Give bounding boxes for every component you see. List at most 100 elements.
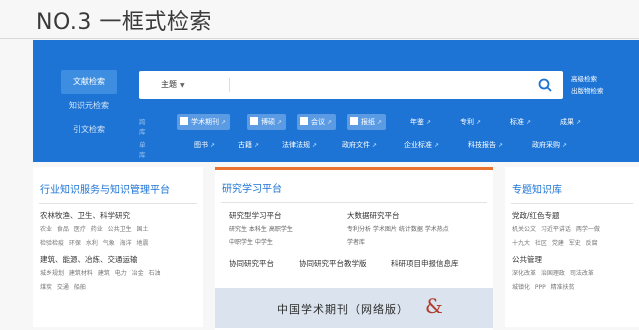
external-link-icon: ↗	[434, 142, 440, 149]
collab-teaching-link[interactable]: 协同研究平台教学版	[299, 258, 367, 269]
chip-label: 法律法规	[282, 141, 310, 149]
chip-label: 标准	[510, 118, 524, 126]
chip-label: 报纸	[361, 118, 375, 126]
research-learning-links[interactable]: 中职学生 中学生	[229, 237, 273, 246]
group-links[interactable]: 城镇化 PPP 精准扶贫	[512, 282, 639, 293]
topic-knowledge-panel: 专题知识库 党政/红色专题 机关公文 习近平讲话 两学一做 十九大 社区 党建 …	[505, 167, 639, 327]
search-divider	[229, 78, 230, 92]
research-learning-head[interactable]: 研究型学习平台	[229, 210, 282, 221]
external-link-icon: ↗	[476, 119, 482, 126]
group-title[interactable]: 党政/红色专题	[512, 210, 639, 221]
db-chip-conferences[interactable]: 会议 ↗	[297, 114, 337, 130]
big-data-links[interactable]: 专利分析 学术图片 统计数据 学术热点	[347, 224, 449, 233]
db-link-laws[interactable]: 法律法规 ↗	[279, 137, 321, 153]
search-box: 主题 ▼	[139, 71, 563, 99]
journal-banner[interactable]: 中国学术期刊（网络版） &	[215, 288, 493, 328]
big-data-head[interactable]: 大数据研究平台	[347, 210, 400, 221]
panel-divider	[221, 202, 487, 203]
db-link-gov-procurement[interactable]: 政府采购 ↗	[529, 137, 571, 153]
single-db-label: 单库	[139, 141, 146, 159]
db-link-tech-reports[interactable]: 科技报告 ↗	[465, 137, 507, 153]
db-link-books[interactable]: 图书 ↗	[191, 137, 219, 153]
external-link-icon: ↗	[327, 119, 333, 126]
chevron-down-icon: ▼	[180, 82, 185, 89]
industry-knowledge-panel: 行业知识服务与知识管理平台 农林牧渔、卫生、科学研究 农业 食品 医疗 药业 公…	[33, 167, 203, 327]
db-link-ancient-books[interactable]: 古籍 ↗	[235, 137, 263, 153]
db-chip-theses[interactable]: 博硕 ↗	[247, 114, 287, 130]
external-link-icon: ↗	[498, 142, 504, 149]
external-link-icon: ↗	[210, 142, 216, 149]
db-chip-newspapers[interactable]: 报纸 ↗	[347, 114, 387, 130]
db-chip-achievements[interactable]: 成果 ↗	[557, 114, 585, 130]
chip-label: 政府采购	[532, 141, 560, 149]
chip-label: 学术期刊	[191, 118, 219, 126]
external-link-icon: ↗	[372, 142, 378, 149]
search-field-label: 主题	[161, 80, 177, 89]
external-link-icon: ↗	[562, 142, 568, 149]
group-links[interactable]: 农业 食品 医疗 药业 公共卫生 国土	[40, 224, 203, 235]
research-learning-panel: 研究学习平台 研究型学习平台 研究生 本科生 高职学生 中职学生 中学生 大数据…	[215, 167, 493, 330]
title-divider	[0, 38, 639, 39]
group-title[interactable]: 公共管理	[512, 254, 639, 265]
tab-literature-search[interactable]: 文献检索	[61, 70, 117, 94]
checkbox-icon	[300, 117, 308, 125]
external-link-icon: ↗	[221, 119, 227, 126]
chip-label: 博硕	[261, 118, 275, 126]
chip-label: 科技报告	[468, 141, 496, 149]
cross-db-label: 跨库	[139, 118, 146, 136]
panel-title[interactable]: 专题知识库	[505, 167, 639, 201]
external-link-icon: ↗	[526, 119, 532, 126]
db-chip-yearbooks[interactable]: 年鉴 ↗	[407, 114, 435, 130]
service-panels: 行业知识服务与知识管理平台 农林牧渔、卫生、科学研究 农业 食品 医疗 药业 公…	[33, 162, 639, 330]
banner-text: 中国学术期刊（网络版）	[277, 303, 409, 316]
db-chip-standards[interactable]: 标准 ↗	[507, 114, 535, 130]
group-links[interactable]: 机关公文 习近平讲话 两学一做	[512, 224, 639, 235]
db-link-gov-docs[interactable]: 政府文件 ↗	[339, 137, 381, 153]
chip-label: 图书	[194, 141, 208, 149]
tab-citation-search[interactable]: 引文检索	[61, 118, 117, 142]
group-links[interactable]: 城乡规划 建筑材料 建筑 电力 冶金 石油	[40, 268, 203, 279]
panel-title[interactable]: 研究学习平台	[215, 170, 493, 200]
tab-knowledge-search[interactable]: 知识元检索	[61, 94, 117, 118]
external-link-icon: ↗	[377, 119, 383, 126]
group-links[interactable]: 深化改革 治国理政 司法改革	[512, 268, 639, 279]
group-links[interactable]: 煤炭 交通 船舶	[40, 282, 203, 293]
research-learning-links[interactable]: 研究生 本科生 高职学生	[229, 224, 293, 233]
checkbox-icon	[250, 117, 258, 125]
external-link-icon: ↗	[312, 142, 318, 149]
chip-label: 专利	[460, 118, 474, 126]
group-title[interactable]: 建筑、能源、冶炼、交通运输	[40, 254, 203, 265]
group-links[interactable]: 十九大 社区 党建 军史 反腐	[512, 238, 639, 249]
project-info-link[interactable]: 科研项目申报信息库	[391, 258, 459, 269]
search-type-tabs: 文献检索 知识元检索 引文检索	[61, 70, 117, 142]
slide-title: NO.3 一框式检索	[36, 10, 212, 35]
group-title[interactable]: 农林牧渔、卫生、科学研究	[40, 210, 203, 221]
advanced-links: 高级检索 出版物检索	[571, 73, 604, 97]
collab-research-link[interactable]: 协同研究平台	[229, 258, 274, 269]
external-link-icon: ↗	[277, 119, 283, 126]
db-chip-journals[interactable]: 学术期刊 ↗	[177, 114, 231, 130]
big-data-links[interactable]: 学者库	[347, 237, 365, 246]
search-icon[interactable]	[537, 77, 553, 93]
advanced-search-link[interactable]: 高级检索	[571, 73, 604, 85]
chip-label: 成果	[560, 118, 574, 126]
banner-ampersand: &	[425, 294, 443, 318]
publication-search-link[interactable]: 出版物检索	[571, 85, 604, 97]
search-field-select[interactable]: 主题 ▼	[161, 71, 185, 100]
panel-divider	[39, 203, 197, 204]
search-input[interactable]	[239, 76, 523, 96]
db-chip-patents[interactable]: 专利 ↗	[457, 114, 485, 130]
chip-label: 会议	[311, 118, 325, 126]
chip-label: 古籍	[238, 141, 252, 149]
checkbox-icon	[350, 117, 358, 125]
group-links[interactable]: 检验检疫 环保 水利 气象 海洋 地震	[40, 238, 203, 249]
panel-title[interactable]: 行业知识服务与知识管理平台	[33, 167, 203, 201]
cnki-search-header: 文献检索 知识元检索 引文检索 主题 ▼ 高级检索 出版物检索 跨库 学术期刊 ↗ …	[33, 40, 639, 162]
db-link-enterprise-standards[interactable]: 企业标准 ↗	[401, 137, 443, 153]
chip-label: 年鉴	[410, 118, 424, 126]
external-link-icon: ↗	[576, 119, 582, 126]
panel-divider	[511, 203, 633, 204]
checkbox-icon	[180, 117, 188, 125]
chip-label: 企业标准	[404, 141, 432, 149]
chip-label: 政府文件	[342, 141, 370, 149]
